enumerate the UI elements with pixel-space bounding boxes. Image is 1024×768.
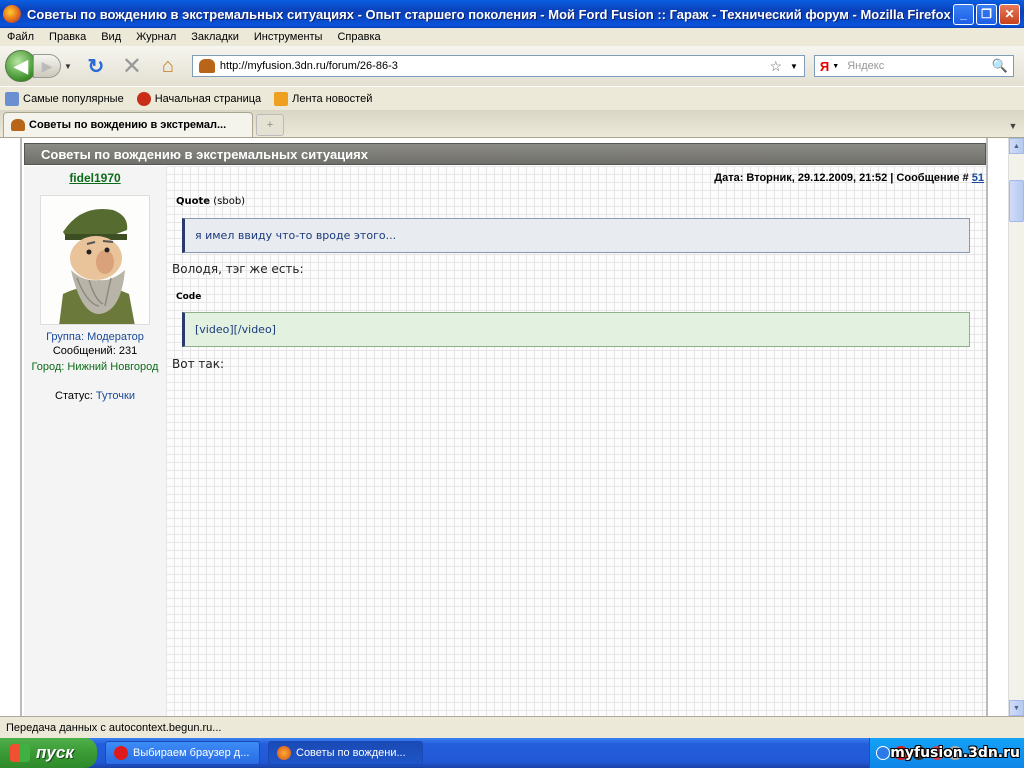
url-text[interactable]: http://myfusion.3dn.ru/forum/26-86-3 bbox=[220, 60, 770, 72]
menu-help[interactable]: Справка bbox=[330, 31, 388, 43]
avatar bbox=[40, 195, 150, 325]
windows-logo-icon bbox=[10, 744, 30, 762]
scroll-up-icon[interactable]: ▲ bbox=[1009, 138, 1024, 154]
city-label: Город: bbox=[31, 361, 65, 373]
author-info: Группа: Модератор Сообщений: 231 Город: … bbox=[24, 330, 166, 403]
maximize-button[interactable]: ❐ bbox=[976, 3, 997, 25]
bookmark-star-icon[interactable]: ☆ bbox=[769, 58, 782, 75]
search-bar[interactable]: Я ▼ Яндекс 🔍 bbox=[813, 55, 1014, 77]
rss-icon bbox=[274, 91, 289, 106]
post-text-line-2: Вот так: bbox=[172, 357, 225, 371]
navigation-toolbar: ◀ ▶ ▼ ↻ ✕ ⌂ http://myfusion.3dn.ru/forum… bbox=[0, 46, 1024, 86]
tab-favicon-icon bbox=[11, 119, 25, 131]
status-value: Туточки bbox=[95, 390, 135, 402]
tab-strip: Советы по вождению в экстремал... + ▼ bbox=[0, 110, 1024, 138]
messages-label: Сообщений: bbox=[52, 345, 116, 357]
stop-icon[interactable]: ✕ bbox=[120, 53, 144, 80]
url-bar[interactable]: http://myfusion.3dn.ru/forum/26-86-3 ☆ ▼ bbox=[191, 55, 805, 77]
author-messages: Сообщений: 231 bbox=[24, 344, 166, 358]
task-label: Советы по вождени... bbox=[296, 747, 406, 759]
forward-button[interactable]: ▶ bbox=[33, 54, 61, 78]
most-visited-icon bbox=[5, 91, 19, 106]
search-icon[interactable]: 🔍 bbox=[992, 58, 1008, 74]
thread-title: Советы по вождению в экстремальных ситуа… bbox=[24, 143, 986, 165]
yandex-logo-icon[interactable]: Я bbox=[820, 59, 829, 74]
bookmark-most-visited[interactable]: Самые популярные bbox=[0, 91, 124, 106]
group-value: Модератор bbox=[87, 331, 144, 343]
menu-bar: Файл Правка Вид Журнал Закладки Инструме… bbox=[0, 28, 1024, 46]
author-status: Статус: Туточки bbox=[24, 389, 166, 403]
menu-edit[interactable]: Правка bbox=[42, 31, 94, 43]
forum-container: Советы по вождению в экстремальных ситуа… bbox=[20, 138, 988, 716]
url-dropdown-icon[interactable]: ▼ bbox=[790, 62, 798, 71]
tab-forum[interactable]: Советы по вождению в экстремал... bbox=[3, 112, 253, 137]
taskbar-firefox-window[interactable]: Советы по вождени... bbox=[268, 741, 423, 765]
reload-icon[interactable]: ↻ bbox=[84, 54, 108, 78]
firefox-icon bbox=[277, 746, 291, 760]
close-button[interactable]: ✕ bbox=[999, 3, 1020, 25]
tab-list-dropdown-icon[interactable]: ▼ bbox=[1004, 115, 1022, 137]
status-label: Статус: bbox=[55, 390, 93, 402]
quote-author: (sbob) bbox=[213, 196, 246, 207]
vertical-scrollbar[interactable]: ▲ ▼ bbox=[1008, 138, 1024, 716]
bookmark-label: Лента новостей bbox=[292, 92, 373, 105]
group-label: Группа: bbox=[46, 331, 84, 343]
windows-taskbar: пуск Выбираем браузер д... Советы по вож… bbox=[0, 738, 1024, 768]
search-placeholder[interactable]: Яндекс bbox=[847, 60, 992, 72]
post-author-column: fidel1970 Группа: Модератор Сообщений: 2… bbox=[24, 166, 166, 716]
opera-icon bbox=[114, 746, 128, 760]
post-date: Дата: Вторник, 29.12.2009, 21:52 | Сообщ… bbox=[714, 172, 969, 184]
messages-value: 231 bbox=[118, 345, 138, 357]
city-value: Нижний Новгород bbox=[67, 361, 159, 373]
author-city: Город: Нижний Новгород bbox=[24, 360, 166, 374]
page-content: Советы по вождению в экстремальных ситуа… bbox=[0, 138, 1008, 716]
firefox-icon bbox=[3, 5, 21, 23]
menu-file[interactable]: Файл bbox=[0, 31, 42, 43]
watermark: myfusion.3dn.ru bbox=[890, 745, 1020, 761]
tray-arrow-icon[interactable] bbox=[876, 746, 890, 760]
scroll-thumb[interactable] bbox=[1009, 180, 1024, 222]
window-title: Советы по вождению в экстремальных ситуа… bbox=[27, 6, 951, 22]
status-bar: Передача данных с autocontext.begun.ru..… bbox=[0, 716, 1024, 738]
title-bar: Советы по вождению в экстремальных ситуа… bbox=[0, 0, 1024, 28]
new-tab-button[interactable]: + bbox=[256, 114, 284, 136]
quote-box: я имел ввиду что-то вроде этого... bbox=[182, 218, 970, 253]
menu-history[interactable]: Журнал bbox=[129, 31, 184, 43]
start-label: пуск bbox=[36, 743, 74, 762]
menu-view[interactable]: Вид bbox=[94, 31, 129, 43]
site-favicon-icon bbox=[198, 59, 215, 73]
post-text-line-1: Володя, тэг же есть: bbox=[172, 262, 304, 276]
quote-label: Quote bbox=[176, 196, 211, 207]
task-label: Выбираем браузер д... bbox=[133, 747, 250, 759]
history-dropdown-icon[interactable]: ▼ bbox=[64, 62, 72, 71]
taskbar-opera-window[interactable]: Выбираем браузер д... bbox=[105, 741, 260, 765]
start-button[interactable]: пуск bbox=[0, 738, 97, 768]
menu-bookmarks[interactable]: Закладки bbox=[184, 31, 247, 43]
quote-header: Quote (sbob) bbox=[176, 196, 245, 207]
author-link[interactable]: fidel1970 bbox=[24, 171, 166, 185]
minimize-button[interactable]: _ bbox=[953, 3, 974, 25]
code-box: [video][/video] bbox=[182, 312, 970, 347]
post-meta: Дата: Вторник, 29.12.2009, 21:52 | Сообщ… bbox=[714, 172, 984, 184]
search-engine-dropdown-icon[interactable]: ▼ bbox=[832, 63, 839, 70]
status-text: Передача данных с autocontext.begun.ru..… bbox=[6, 721, 222, 734]
tab-label: Советы по вождению в экстремал... bbox=[29, 119, 227, 131]
code-label: Code bbox=[176, 292, 202, 302]
author-group: Группа: Модератор bbox=[24, 330, 166, 344]
scroll-down-icon[interactable]: ▼ bbox=[1009, 700, 1024, 716]
menu-tools[interactable]: Инструменты bbox=[247, 31, 331, 43]
start-page-icon bbox=[136, 91, 151, 106]
post-body: Дата: Вторник, 29.12.2009, 21:52 | Сообщ… bbox=[166, 166, 986, 716]
home-icon[interactable]: ⌂ bbox=[156, 54, 180, 78]
avatar-caricature-icon bbox=[41, 196, 149, 324]
bookmark-label: Самые популярные bbox=[23, 92, 124, 105]
post-number-link[interactable]: 51 bbox=[972, 172, 984, 184]
bookmarks-bar: Самые популярные Начальная страница Лент… bbox=[0, 86, 1024, 110]
bookmark-news-feed[interactable]: Лента новостей bbox=[269, 91, 373, 106]
bookmark-start-page[interactable]: Начальная страница bbox=[132, 91, 262, 106]
bookmark-label: Начальная страница bbox=[154, 92, 262, 105]
